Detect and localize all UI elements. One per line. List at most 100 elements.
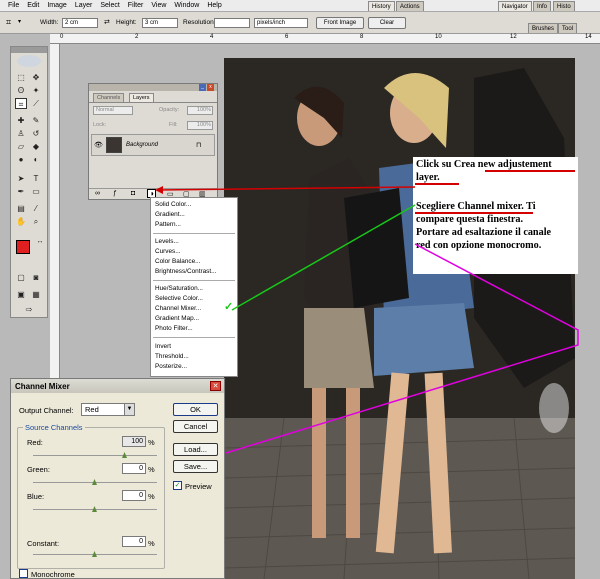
menu-layer[interactable]: Layer <box>75 2 93 9</box>
eye-icon[interactable]: 👁 <box>94 141 103 149</box>
chevron-down-icon[interactable]: ▼ <box>124 404 134 415</box>
notes-icon[interactable]: ▤ <box>15 203 27 214</box>
standard-mode-icon[interactable]: ▢ <box>15 272 27 283</box>
tab-navigator[interactable]: Navigator <box>498 1 532 11</box>
output-channel-select[interactable]: Red ▼ <box>81 403 135 416</box>
layer-row-background[interactable]: 👁 Background ⊓ <box>91 134 215 156</box>
menu-item-selective-color[interactable]: Selective Color... <box>155 295 203 302</box>
red-input[interactable]: 100 <box>122 436 146 447</box>
menu-item-pattern[interactable]: Pattern... <box>155 221 181 228</box>
tab-actions[interactable]: Actions <box>396 1 424 11</box>
monochrome-checkbox[interactable] <box>19 569 28 578</box>
brush-icon[interactable]: ✎ <box>30 115 42 126</box>
checkmark-icon: ✓ <box>224 301 234 313</box>
menu-item-invert[interactable]: Invert <box>155 343 171 350</box>
menu-select[interactable]: Select <box>100 2 119 9</box>
swap-colors-icon[interactable]: ↔ <box>34 236 46 247</box>
blend-mode-select[interactable]: Normal <box>93 106 133 115</box>
save-button[interactable]: Save... <box>173 460 218 473</box>
blur-icon[interactable]: ● <box>15 154 27 165</box>
full-screen-icon[interactable]: ▦ <box>30 289 42 300</box>
front-image-button[interactable]: Front Image <box>316 17 364 29</box>
options-bar: ⌗ ▾ Width: 2 cm ⇄ Height: 3 cm Resolutio… <box>0 12 600 34</box>
resolution-unit-select[interactable]: pixels/inch <box>254 18 308 28</box>
red-slider[interactable] <box>33 455 157 456</box>
opacity-label: Opacity: <box>159 107 180 113</box>
chevron-down-icon[interactable]: ▾ <box>18 18 21 25</box>
menu-item-brightness-contrast[interactable]: Brightness/Contrast... <box>155 268 216 275</box>
preview-checkbox[interactable]: ✓ <box>173 481 182 490</box>
marquee-icon[interactable]: ⬚ <box>15 72 27 83</box>
tab-info[interactable]: Info <box>533 1 552 11</box>
menu-item-gradient[interactable]: Gradient... <box>155 211 185 218</box>
menu-item-color-balance[interactable]: Color Balance... <box>155 258 200 265</box>
green-input[interactable]: 0 <box>122 463 146 474</box>
tab-layers[interactable]: Layers <box>129 93 154 102</box>
constant-input[interactable]: 0 <box>122 536 146 547</box>
link-icon[interactable]: ∞ <box>95 190 100 197</box>
pen-icon[interactable]: ✒ <box>15 186 27 197</box>
menu-view[interactable]: View <box>151 2 166 9</box>
tab-histogram[interactable]: Histo <box>553 1 575 11</box>
menu-edit[interactable]: Edit <box>27 2 39 9</box>
fill-input[interactable]: 100% <box>187 121 213 130</box>
menu-item-posterize[interactable]: Posterize... <box>155 363 187 370</box>
clear-button[interactable]: Clear <box>368 17 406 29</box>
close-icon[interactable]: x <box>207 84 214 91</box>
healing-brush-icon[interactable]: ✚ <box>15 115 27 126</box>
minimize-icon[interactable]: _ <box>199 84 206 91</box>
eyedropper-icon[interactable]: ⁄ <box>30 203 42 214</box>
lasso-icon[interactable]: ʘ <box>15 85 27 96</box>
opacity-input[interactable]: 100% <box>187 106 213 115</box>
menu-image[interactable]: Image <box>47 2 66 9</box>
menu-window[interactable]: Window <box>174 2 199 9</box>
path-selection-icon[interactable]: ➤ <box>15 173 27 184</box>
crop-icon[interactable]: ⌗ <box>15 98 27 109</box>
menu-separator <box>153 280 235 281</box>
history-brush-icon[interactable]: ↺ <box>30 128 42 139</box>
load-button[interactable]: Load... <box>173 443 218 456</box>
menu-item-threshold[interactable]: Threshold... <box>155 353 189 360</box>
screen-mode-icon[interactable]: ▣ <box>15 289 27 300</box>
jump-to-imageready-icon[interactable]: ⇨ <box>23 304 35 315</box>
cancel-button[interactable]: Cancel <box>173 420 218 433</box>
zoom-icon[interactable]: ⌕ <box>30 216 42 227</box>
dodge-icon[interactable]: ◐ <box>30 154 42 165</box>
paint-bucket-icon[interactable]: ◆ <box>30 141 42 152</box>
slice-icon[interactable]: ⟋ <box>30 98 42 109</box>
magic-wand-icon[interactable]: ✦ <box>30 85 42 96</box>
menu-item-channel-mixer[interactable]: Channel Mixer... <box>155 305 201 312</box>
close-icon[interactable]: ✕ <box>210 381 221 391</box>
preview-label: Preview <box>185 482 212 491</box>
shape-icon[interactable]: ▭ <box>30 186 42 197</box>
menu-filter[interactable]: Filter <box>128 2 144 9</box>
eraser-icon[interactable]: ▱ <box>15 141 27 152</box>
type-icon[interactable]: T <box>30 173 42 184</box>
move-icon[interactable]: ✥ <box>30 72 42 83</box>
menu-item-photo-filter[interactable]: Photo Filter... <box>155 325 193 332</box>
hand-icon[interactable]: ✋ <box>15 216 27 227</box>
height-input[interactable]: 3 cm <box>142 18 178 28</box>
tab-channels[interactable]: Channels <box>93 93 125 102</box>
ok-button[interactable]: OK <box>173 403 218 416</box>
swap-icon[interactable]: ⇄ <box>104 18 110 26</box>
tab-history[interactable]: History <box>368 1 395 11</box>
menu-help[interactable]: Help <box>207 2 221 9</box>
mask-icon[interactable]: ◘ <box>131 190 135 197</box>
crop-tool-icon[interactable]: ⌗ <box>6 17 11 28</box>
menu-item-gradient-map[interactable]: Gradient Map... <box>155 315 199 322</box>
menu-item-solid-color[interactable]: Solid Color... <box>155 201 191 208</box>
menu-file[interactable]: File <box>8 2 19 9</box>
tab-tool-presets[interactable]: Tool <box>558 23 578 33</box>
clone-stamp-icon[interactable]: ♙ <box>15 128 27 139</box>
menu-item-curves[interactable]: Curves... <box>155 248 181 255</box>
resolution-input[interactable] <box>214 18 250 28</box>
blue-input[interactable]: 0 <box>122 490 146 501</box>
menu-item-levels[interactable]: Levels... <box>155 238 179 245</box>
menu-item-hue-saturation[interactable]: Hue/Saturation... <box>155 285 203 292</box>
quick-mask-icon[interactable]: ◙ <box>30 272 42 283</box>
foreground-color-swatch[interactable] <box>16 240 30 254</box>
width-input[interactable]: 2 cm <box>62 18 98 28</box>
layer-style-icon[interactable]: ƒ <box>113 190 117 197</box>
tab-brushes[interactable]: Brushes <box>528 23 559 33</box>
